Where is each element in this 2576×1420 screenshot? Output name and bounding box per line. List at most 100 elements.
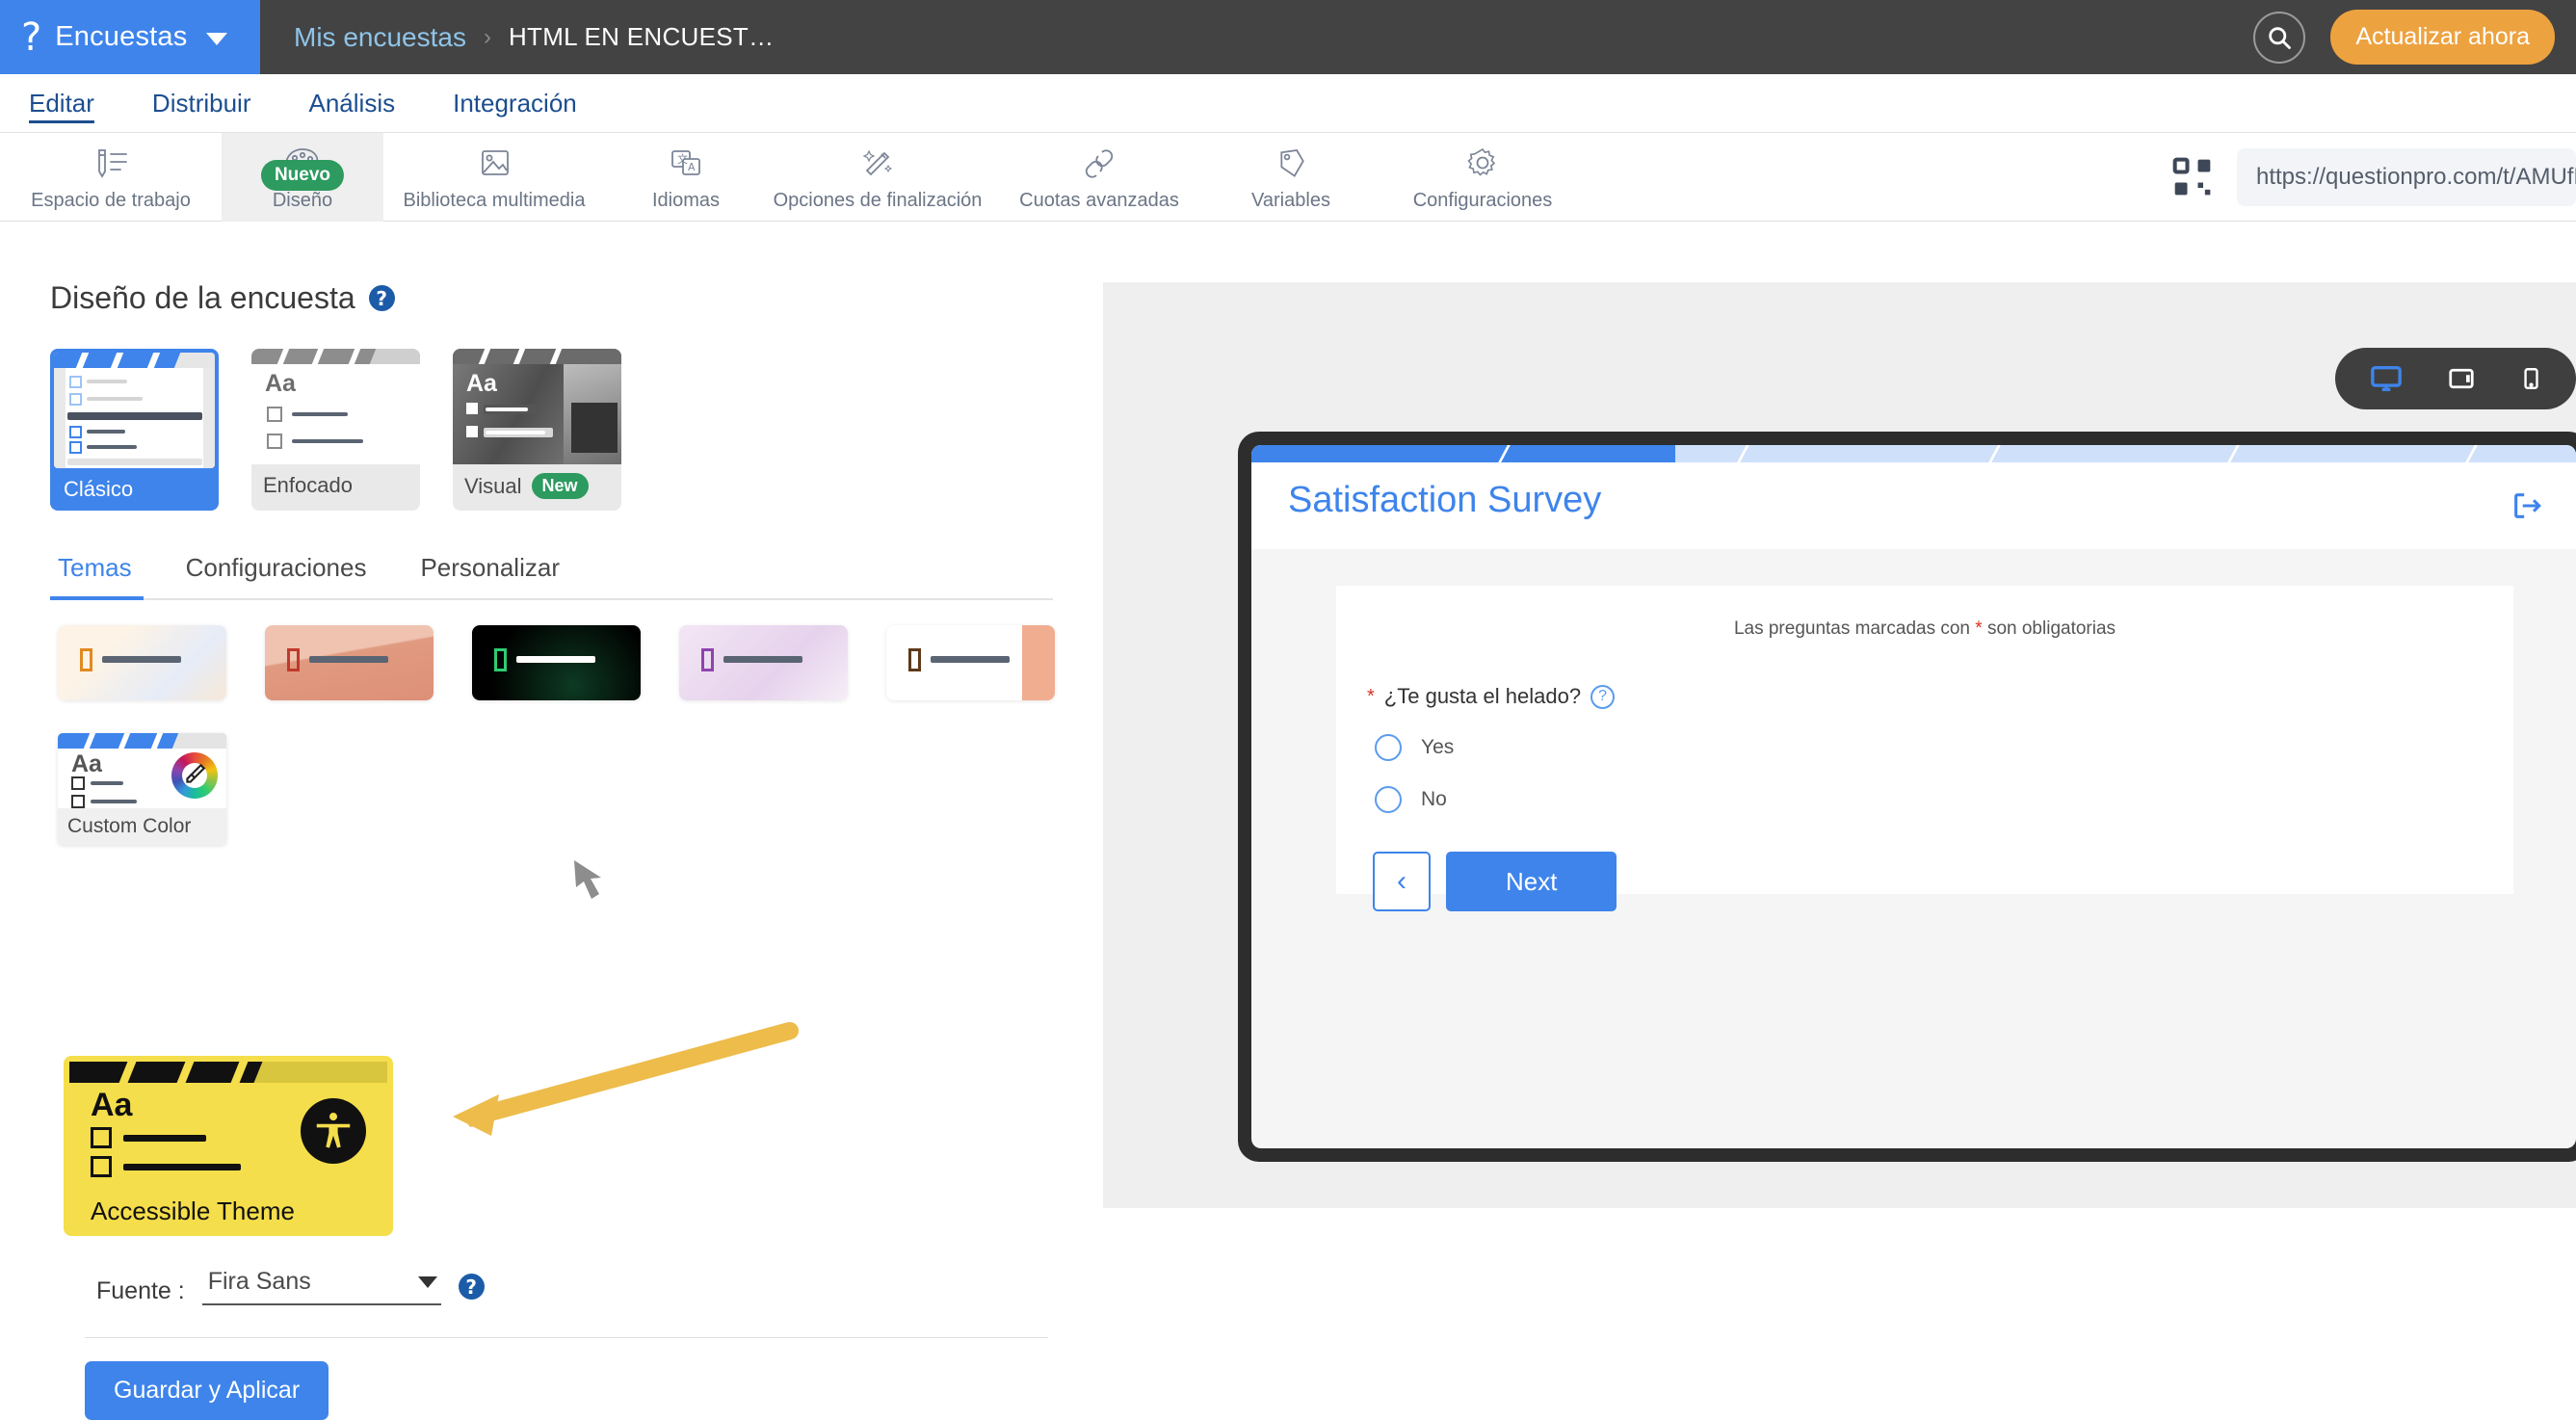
layout-card-clasico[interactable]: Clásico bbox=[50, 349, 219, 511]
tag-icon bbox=[1272, 144, 1310, 184]
new-badge: New bbox=[531, 473, 589, 499]
qr-code-icon[interactable] bbox=[2171, 156, 2214, 198]
radio-button[interactable] bbox=[1375, 734, 1402, 761]
toolbar-item-opciones-de-finalizacion[interactable]: Opciones de finalización bbox=[767, 133, 988, 222]
theme-card-lilac[interactable] bbox=[679, 625, 848, 700]
layout-label-text: Visual bbox=[464, 473, 522, 498]
upgrade-now-button[interactable]: Actualizar ahora bbox=[2330, 10, 2555, 65]
toolbar-label: Opciones de finalización bbox=[773, 189, 983, 211]
custom-color-label: Custom Color bbox=[58, 808, 226, 845]
font-selector-row: Fuente : Fira Sans ? bbox=[96, 1268, 485, 1305]
tab-distribuir[interactable]: Distribuir bbox=[123, 74, 280, 133]
brand-surveys-menu[interactable]: ? Encuestas bbox=[0, 0, 260, 74]
translate-icon: 文 A bbox=[667, 144, 705, 184]
theme-card-accessible[interactable]: Aa Accessible Theme bbox=[64, 1056, 393, 1236]
device-button-tablet[interactable] bbox=[2445, 364, 2478, 393]
subtab-personalizar[interactable]: Personalizar bbox=[393, 553, 587, 598]
breadcrumb-my-surveys[interactable]: Mis encuestas bbox=[294, 22, 466, 53]
search-icon[interactable] bbox=[2253, 11, 2306, 64]
tab-editar[interactable]: Editar bbox=[0, 74, 123, 133]
theme-card-custom-color[interactable]: Aa Custom Color bbox=[58, 733, 226, 845]
toolbar-item-variables[interactable]: Variables bbox=[1210, 133, 1372, 222]
option-row-no[interactable]: No bbox=[1336, 786, 2513, 813]
toolbar-item-diseno[interactable]: Nuevo Diseño bbox=[222, 133, 383, 222]
chevron-down-icon bbox=[206, 33, 228, 45]
tab-analisis[interactable]: Análisis bbox=[280, 74, 425, 133]
toolbar-item-idiomas[interactable]: 文 A Idiomas bbox=[605, 133, 767, 222]
toolbar-item-biblioteca-multimedia[interactable]: Biblioteca multimedia bbox=[383, 133, 605, 222]
required-note-star: * bbox=[1975, 618, 1983, 639]
orange-arrow-annotation bbox=[424, 993, 828, 1152]
help-circle-icon[interactable]: ? bbox=[458, 1274, 485, 1300]
toolbar-label: Configuraciones bbox=[1412, 189, 1553, 211]
brand-label: Encuestas bbox=[55, 21, 188, 52]
layout-aa-sample: Aa bbox=[265, 370, 296, 397]
theme-card-cream[interactable] bbox=[58, 625, 226, 700]
layout-card-label: Clásico bbox=[50, 468, 219, 511]
theme-card-white-peach[interactable] bbox=[886, 625, 1055, 700]
link-chain-icon bbox=[1080, 144, 1118, 184]
required-note-post: son obligatorias bbox=[1982, 618, 2116, 639]
toolbar-label: Idiomas bbox=[651, 189, 721, 211]
custom-aa-sample: Aa bbox=[71, 750, 102, 777]
mouse-cursor-icon bbox=[566, 858, 611, 917]
layout-thumb-enfocado: Aa bbox=[251, 349, 420, 464]
toolbar-item-cuotas-avanzadas[interactable]: Cuotas avanzadas bbox=[988, 133, 1210, 222]
custom-color-thumb: Aa bbox=[58, 733, 226, 808]
layout-card-visual[interactable]: Aa Visual New bbox=[453, 349, 621, 511]
device-button-desktop[interactable] bbox=[2368, 362, 2405, 395]
panel-divider bbox=[85, 1337, 1048, 1338]
back-button[interactable]: ‹ bbox=[1373, 852, 1431, 911]
panel-header: Diseño de la encuesta ? bbox=[0, 223, 1103, 316]
layout-label-text: Clásico bbox=[64, 477, 134, 501]
device-button-mobile[interactable] bbox=[2518, 364, 2543, 393]
layout-card-label: Visual New bbox=[453, 464, 621, 508]
toolbar-item-configuraciones[interactable]: Configuraciones bbox=[1372, 133, 1593, 222]
section-nav-tabs: Editar Distribuir Análisis Integración bbox=[0, 74, 2576, 133]
gear-icon bbox=[1463, 144, 1502, 184]
help-circle-icon[interactable]: ? bbox=[368, 285, 395, 311]
survey-nav-buttons: ‹ Next bbox=[1336, 852, 2513, 911]
accessible-theme-thumb: Aa bbox=[69, 1062, 387, 1185]
top-bar: ? Encuestas Mis encuestas › HTML EN ENCU… bbox=[0, 0, 2576, 74]
svg-text:文: 文 bbox=[677, 152, 688, 166]
theme-card-dark-green[interactable] bbox=[472, 625, 641, 700]
layout-card-enfocado[interactable]: Aa Enfocado bbox=[251, 349, 420, 511]
new-badge: Nuevo bbox=[260, 160, 345, 191]
option-row-yes[interactable]: Yes bbox=[1336, 734, 2513, 761]
toolbar-label: Variables bbox=[1251, 189, 1330, 211]
questionpro-logo-icon: ? bbox=[21, 14, 42, 60]
radio-button[interactable] bbox=[1375, 786, 1402, 813]
layout-label-text: Enfocado bbox=[263, 473, 353, 497]
accessible-theme-label: Accessible Theme bbox=[91, 1196, 295, 1225]
survey-header: Satisfaction Survey bbox=[1251, 445, 2576, 549]
magic-wand-icon bbox=[858, 144, 897, 184]
toolbar-item-espacio-de-trabajo[interactable]: Espacio de trabajo bbox=[0, 133, 222, 222]
survey-preview-screen: Satisfaction Survey Las preguntas marcad… bbox=[1251, 445, 2576, 1148]
option-label: No bbox=[1421, 788, 1447, 810]
survey-progress-bar bbox=[1251, 445, 2576, 462]
tab-integracion[interactable]: Integración bbox=[424, 74, 606, 133]
breadcrumb: Mis encuestas › HTML EN ENCUEST… bbox=[260, 22, 774, 53]
toolbar-label: Diseño bbox=[272, 189, 333, 211]
theme-card-terracotta[interactable] bbox=[265, 625, 434, 700]
subtab-configuraciones[interactable]: Configuraciones bbox=[159, 553, 394, 598]
survey-preview-panel: Satisfaction Survey Las preguntas marcad… bbox=[1103, 282, 2576, 1208]
font-select[interactable]: Fira Sans bbox=[201, 1268, 441, 1305]
accessible-aa-sample: Aa bbox=[91, 1087, 133, 1123]
layout-card-label: Enfocado bbox=[251, 464, 420, 507]
exit-arrow-icon[interactable] bbox=[2510, 489, 2543, 527]
survey-url-field[interactable]: https://questionpro.com/t/AMUfRZ bbox=[2237, 148, 2576, 206]
image-icon bbox=[475, 144, 513, 184]
next-button[interactable]: Next bbox=[1446, 852, 1617, 911]
subtab-temas[interactable]: Temas bbox=[50, 553, 159, 600]
required-star: * bbox=[1367, 685, 1375, 707]
required-fields-note: Las preguntas marcadas con * son obligat… bbox=[1336, 586, 2513, 640]
toolbar-label: Biblioteca multimedia bbox=[403, 189, 586, 211]
chevron-down-icon bbox=[417, 1275, 437, 1288]
top-bar-actions: Actualizar ahora bbox=[2253, 10, 2576, 65]
layout-thumb-clasico bbox=[54, 353, 215, 468]
toolbar-label: Cuotas avanzadas bbox=[1019, 189, 1179, 211]
help-circle-icon[interactable]: ? bbox=[1590, 684, 1616, 709]
save-and-apply-button[interactable]: Guardar y Aplicar bbox=[85, 1361, 329, 1420]
